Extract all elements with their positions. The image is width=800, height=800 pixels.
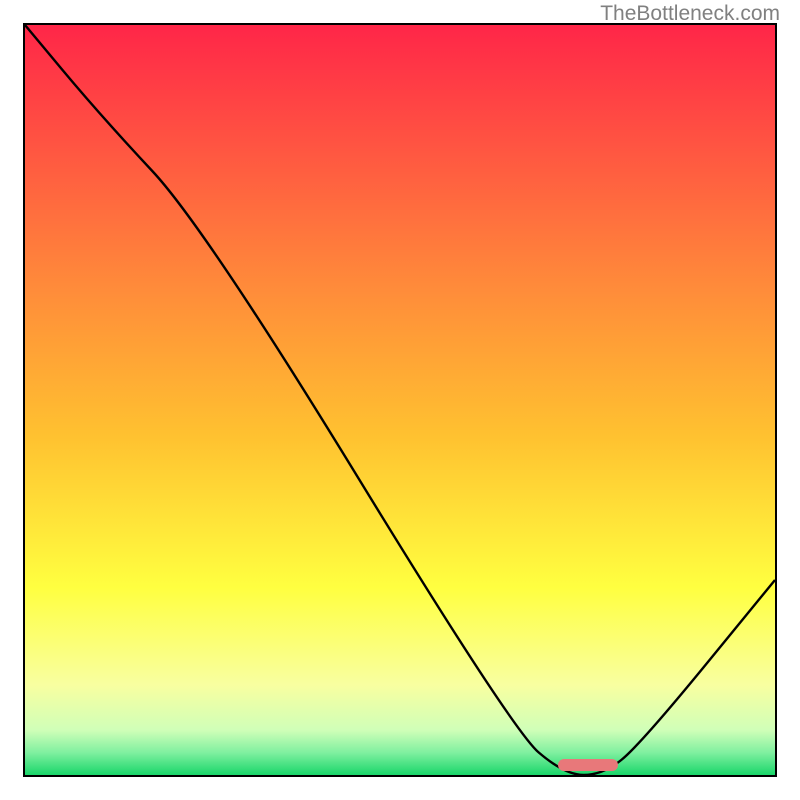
chart-plot-area	[23, 23, 777, 777]
optimal-range-marker	[558, 759, 618, 771]
curve-layer	[25, 25, 775, 775]
bottleneck-curve	[25, 25, 775, 775]
